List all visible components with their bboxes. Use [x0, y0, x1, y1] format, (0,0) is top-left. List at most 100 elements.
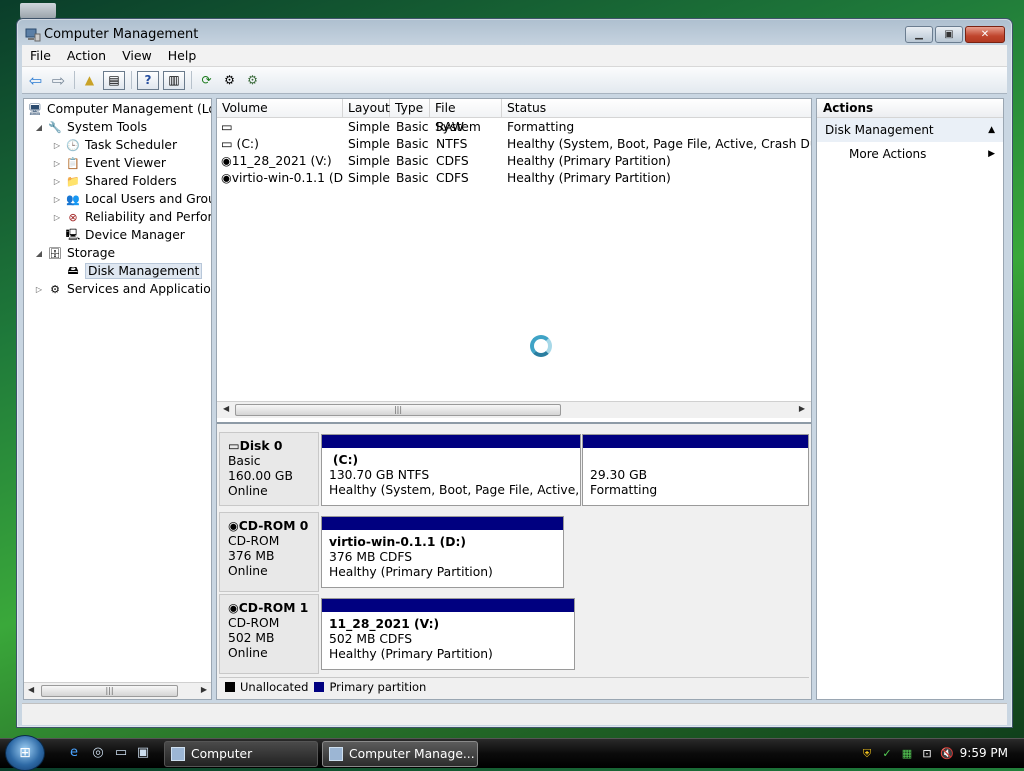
- cdrom-1-label[interactable]: ◉CD-ROM 1 CD-ROM 502 MB Online: [219, 594, 319, 674]
- close-button[interactable]: ✕: [965, 26, 1005, 43]
- scrollbar-thumb[interactable]: |||: [235, 404, 561, 416]
- disk-management-icon: 🖴: [67, 263, 79, 277]
- more-actions-item[interactable]: More Actions ▶: [817, 142, 1003, 166]
- up-folder-icon[interactable]: ▲: [80, 71, 99, 90]
- partition-v[interactable]: 11_28_2021 (V:) 502 MB CDFS Healthy (Pri…: [321, 598, 575, 670]
- menu-view[interactable]: View: [114, 48, 160, 63]
- tree-item-system-tools[interactable]: ◢ 🔧 System Tools: [34, 118, 147, 136]
- properties-icon[interactable]: ⚙: [220, 71, 239, 90]
- storage-icon: 🗄: [48, 246, 62, 260]
- collapse-triangle-icon[interactable]: ▷: [52, 159, 62, 168]
- column-layout[interactable]: Layout: [343, 99, 390, 118]
- volume-row[interactable]: ▭ (C:) Simple Basic NTFS Healthy (System…: [217, 136, 811, 153]
- drive-icon: ▭: [221, 120, 233, 134]
- forward-arrow-icon[interactable]: ⇨: [49, 71, 68, 90]
- menu-action[interactable]: Action: [59, 48, 114, 63]
- show-hide-tree-icon[interactable]: ▤: [103, 70, 125, 90]
- back-arrow-icon[interactable]: ⇦: [26, 71, 45, 90]
- collapse-triangle-icon[interactable]: ▷: [52, 141, 62, 150]
- cd-drive-icon: ◉: [221, 154, 232, 168]
- partition-c[interactable]: (C:) 130.70 GB NTFS Healthy (System, Boo…: [321, 434, 581, 506]
- tree-item-device-manager[interactable]: 🖳 Device Manager: [65, 226, 185, 244]
- unallocated-swatch: [225, 681, 235, 692]
- expand-triangle-icon[interactable]: ◢: [34, 123, 44, 132]
- tree-label: Local Users and Groups: [85, 192, 211, 206]
- volume-row[interactable]: ▭ Simple Basic RAW Formatting: [217, 119, 811, 136]
- collapse-triangle-icon[interactable]: ▷: [52, 213, 62, 222]
- scrollbar-thumb[interactable]: |||: [41, 685, 178, 697]
- tree-item-reliability[interactable]: ▷ ⊗ Reliability and Performa: [52, 208, 211, 226]
- media-icon[interactable]: ◎: [90, 745, 106, 761]
- help-icon[interactable]: ?: [137, 70, 159, 90]
- network-icon[interactable]: ⊡: [920, 747, 934, 761]
- tree-item-shared-folders[interactable]: ▷ 📁 Shared Folders: [52, 172, 177, 190]
- collapse-triangle-icon[interactable]: ▷: [52, 195, 62, 204]
- tree-item-task-scheduler[interactable]: ▷ 🕒 Task Scheduler: [52, 136, 177, 154]
- collapse-triangle-icon[interactable]: ▷: [34, 285, 44, 294]
- tree-label: Event Viewer: [85, 156, 166, 170]
- tree-horizontal-scrollbar[interactable]: ◀ ||| ▶: [24, 682, 211, 699]
- volume-fs: NTFS: [436, 137, 468, 151]
- tree-item-event-viewer[interactable]: ▷ 📋 Event Viewer: [52, 154, 166, 172]
- tree-item-computer-management[interactable]: 🖥 Computer Management (Local: [27, 100, 211, 118]
- column-status[interactable]: Status: [502, 99, 811, 118]
- taskbar-button-computer[interactable]: Computer: [164, 741, 318, 767]
- disk-0-label[interactable]: ▭Disk 0 Basic 160.00 GB Online: [219, 432, 319, 506]
- update-icon[interactable]: ✓: [880, 747, 894, 761]
- primary-partition-swatch: [314, 681, 325, 692]
- switch-windows-icon[interactable]: ▣: [135, 745, 151, 761]
- scroll-left-icon[interactable]: ◀: [28, 685, 34, 694]
- menu-help[interactable]: Help: [160, 48, 205, 63]
- show-desktop-icon[interactable]: ▭: [113, 745, 129, 761]
- clock[interactable]: 9:59 PM: [960, 746, 1008, 760]
- task-label: Computer Manage...: [349, 747, 475, 761]
- menu-file[interactable]: File: [22, 48, 59, 63]
- collapse-triangle-icon[interactable]: ▷: [52, 177, 62, 186]
- actions-section-disk-management[interactable]: Disk Management ▲: [817, 118, 1003, 142]
- taskbar-button-computer-management[interactable]: Computer Manage...: [322, 741, 478, 767]
- refresh-icon[interactable]: ⟳: [197, 71, 216, 90]
- maximize-button[interactable]: ▣: [935, 26, 963, 43]
- column-file-system[interactable]: File System: [430, 99, 502, 134]
- volume-list-horizontal-scrollbar[interactable]: ◀ ||| ▶: [217, 401, 811, 418]
- partition-unnamed[interactable]: 29.30 GB Formatting: [582, 434, 809, 506]
- tree-label: System Tools: [67, 120, 148, 134]
- volume-row[interactable]: ◉virtio-win-0.1.1 (D:) Simple Basic CDFS…: [217, 170, 811, 187]
- disk-type: Basic: [228, 454, 261, 468]
- computer-management-window: Computer Management ▁ ▣ ✕ File Action Vi…: [16, 18, 1013, 728]
- scroll-right-icon[interactable]: ▶: [799, 404, 805, 413]
- performance-icon: ⊗: [68, 210, 78, 224]
- expand-triangle-icon[interactable]: ◢: [34, 249, 44, 258]
- column-type[interactable]: Type: [390, 99, 430, 118]
- minimize-button[interactable]: ▁: [905, 26, 933, 43]
- partition-d[interactable]: virtio-win-0.1.1 (D:) 376 MB CDFS Health…: [321, 516, 564, 588]
- disk-settings-icon[interactable]: ⚙: [243, 71, 262, 90]
- tree-label: Disk Management: [85, 263, 203, 279]
- tree-item-disk-management[interactable]: 🖴 Disk Management: [65, 262, 203, 280]
- partition-size: 29.30 GB: [590, 468, 648, 482]
- security-shield-icon[interactable]: ⛨: [860, 747, 874, 761]
- computer-management-icon: 🖥: [28, 102, 42, 116]
- volume-status: Healthy (Primary Partition): [507, 154, 671, 168]
- cd-drive-icon: ◉: [228, 519, 239, 533]
- scroll-left-icon[interactable]: ◀: [223, 404, 229, 413]
- volume-fs: RAW: [436, 120, 464, 134]
- tree-item-services-applications[interactable]: ▷ ⚙ Services and Applications: [34, 280, 211, 298]
- cdrom-0-label[interactable]: ◉CD-ROM 0 CD-ROM 376 MB Online: [219, 512, 319, 592]
- scroll-right-icon[interactable]: ▶: [201, 685, 207, 694]
- volume-muted-icon[interactable]: 🔇: [940, 747, 954, 761]
- status-icon[interactable]: ▦: [900, 747, 914, 761]
- section-label: Disk Management: [825, 123, 934, 137]
- tree-item-storage[interactable]: ◢ 🗄 Storage: [34, 244, 115, 262]
- busy-spinner-icon: [530, 335, 552, 357]
- show-hide-action-pane-icon[interactable]: ▥: [163, 70, 185, 90]
- column-volume[interactable]: Volume: [217, 99, 343, 118]
- partition-name: (C:): [332, 453, 359, 467]
- volume-type: Basic: [396, 120, 429, 134]
- start-button[interactable]: ⊞: [5, 735, 45, 771]
- volume-row[interactable]: ◉11_28_2021 (V:) Simple Basic CDFS Healt…: [217, 153, 811, 170]
- primary-partition-bar: [322, 435, 580, 448]
- internet-explorer-icon[interactable]: e: [66, 745, 82, 761]
- tree-item-local-users[interactable]: ▷ 👥 Local Users and Groups: [52, 190, 211, 208]
- collapse-up-icon[interactable]: ▲: [988, 118, 995, 142]
